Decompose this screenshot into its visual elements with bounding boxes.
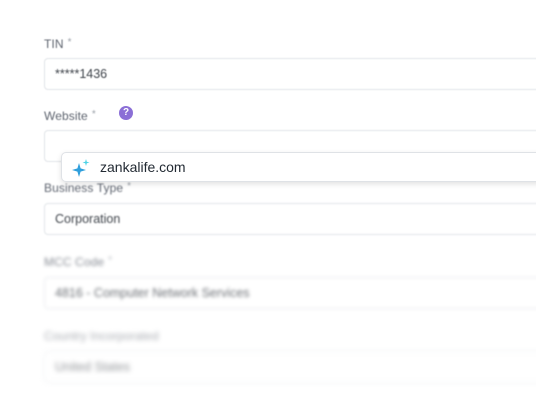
tin-input[interactable]: *****1436 (44, 58, 536, 90)
question-icon[interactable]: ? (119, 106, 133, 120)
business-type-label: Business Type * (44, 181, 131, 195)
tin-label-text: TIN (44, 37, 64, 51)
sparkle-icon (72, 159, 90, 177)
business-type-label-text: Business Type (44, 181, 124, 195)
tin-label: TIN * (44, 37, 72, 51)
suggestion-text: zankalife.com (100, 159, 186, 175)
mcc-code-select[interactable]: 4816 - Computer Network Services (44, 277, 536, 309)
business-type-select[interactable]: Corporation (44, 203, 536, 235)
tin-required-mark: * (67, 37, 72, 48)
business-type-required-mark: * (127, 181, 132, 192)
mcc-code-required-mark: * (108, 255, 113, 266)
mcc-code-label: MCC Code * (44, 255, 112, 269)
merchant-form: TIN * *****1436 Website * ? Business Type *… (0, 0, 536, 415)
country-incorporated-select[interactable]: United States (44, 351, 536, 383)
mcc-code-value: 4816 - Computer Network Services (55, 286, 250, 300)
tin-value: *****1436 (55, 67, 108, 81)
website-required-mark: * (91, 109, 96, 120)
website-label: Website * (44, 109, 96, 123)
website-suggestion[interactable]: zankalife.com (61, 152, 536, 182)
website-label-text: Website (44, 109, 88, 123)
mcc-code-label-text: MCC Code (44, 255, 105, 269)
country-incorporated-label-text: Country Incorporated (44, 329, 159, 343)
country-incorporated-label: Country Incorporated (44, 329, 159, 343)
business-type-value: Corporation (55, 212, 121, 226)
country-incorporated-value: United States (55, 360, 131, 374)
